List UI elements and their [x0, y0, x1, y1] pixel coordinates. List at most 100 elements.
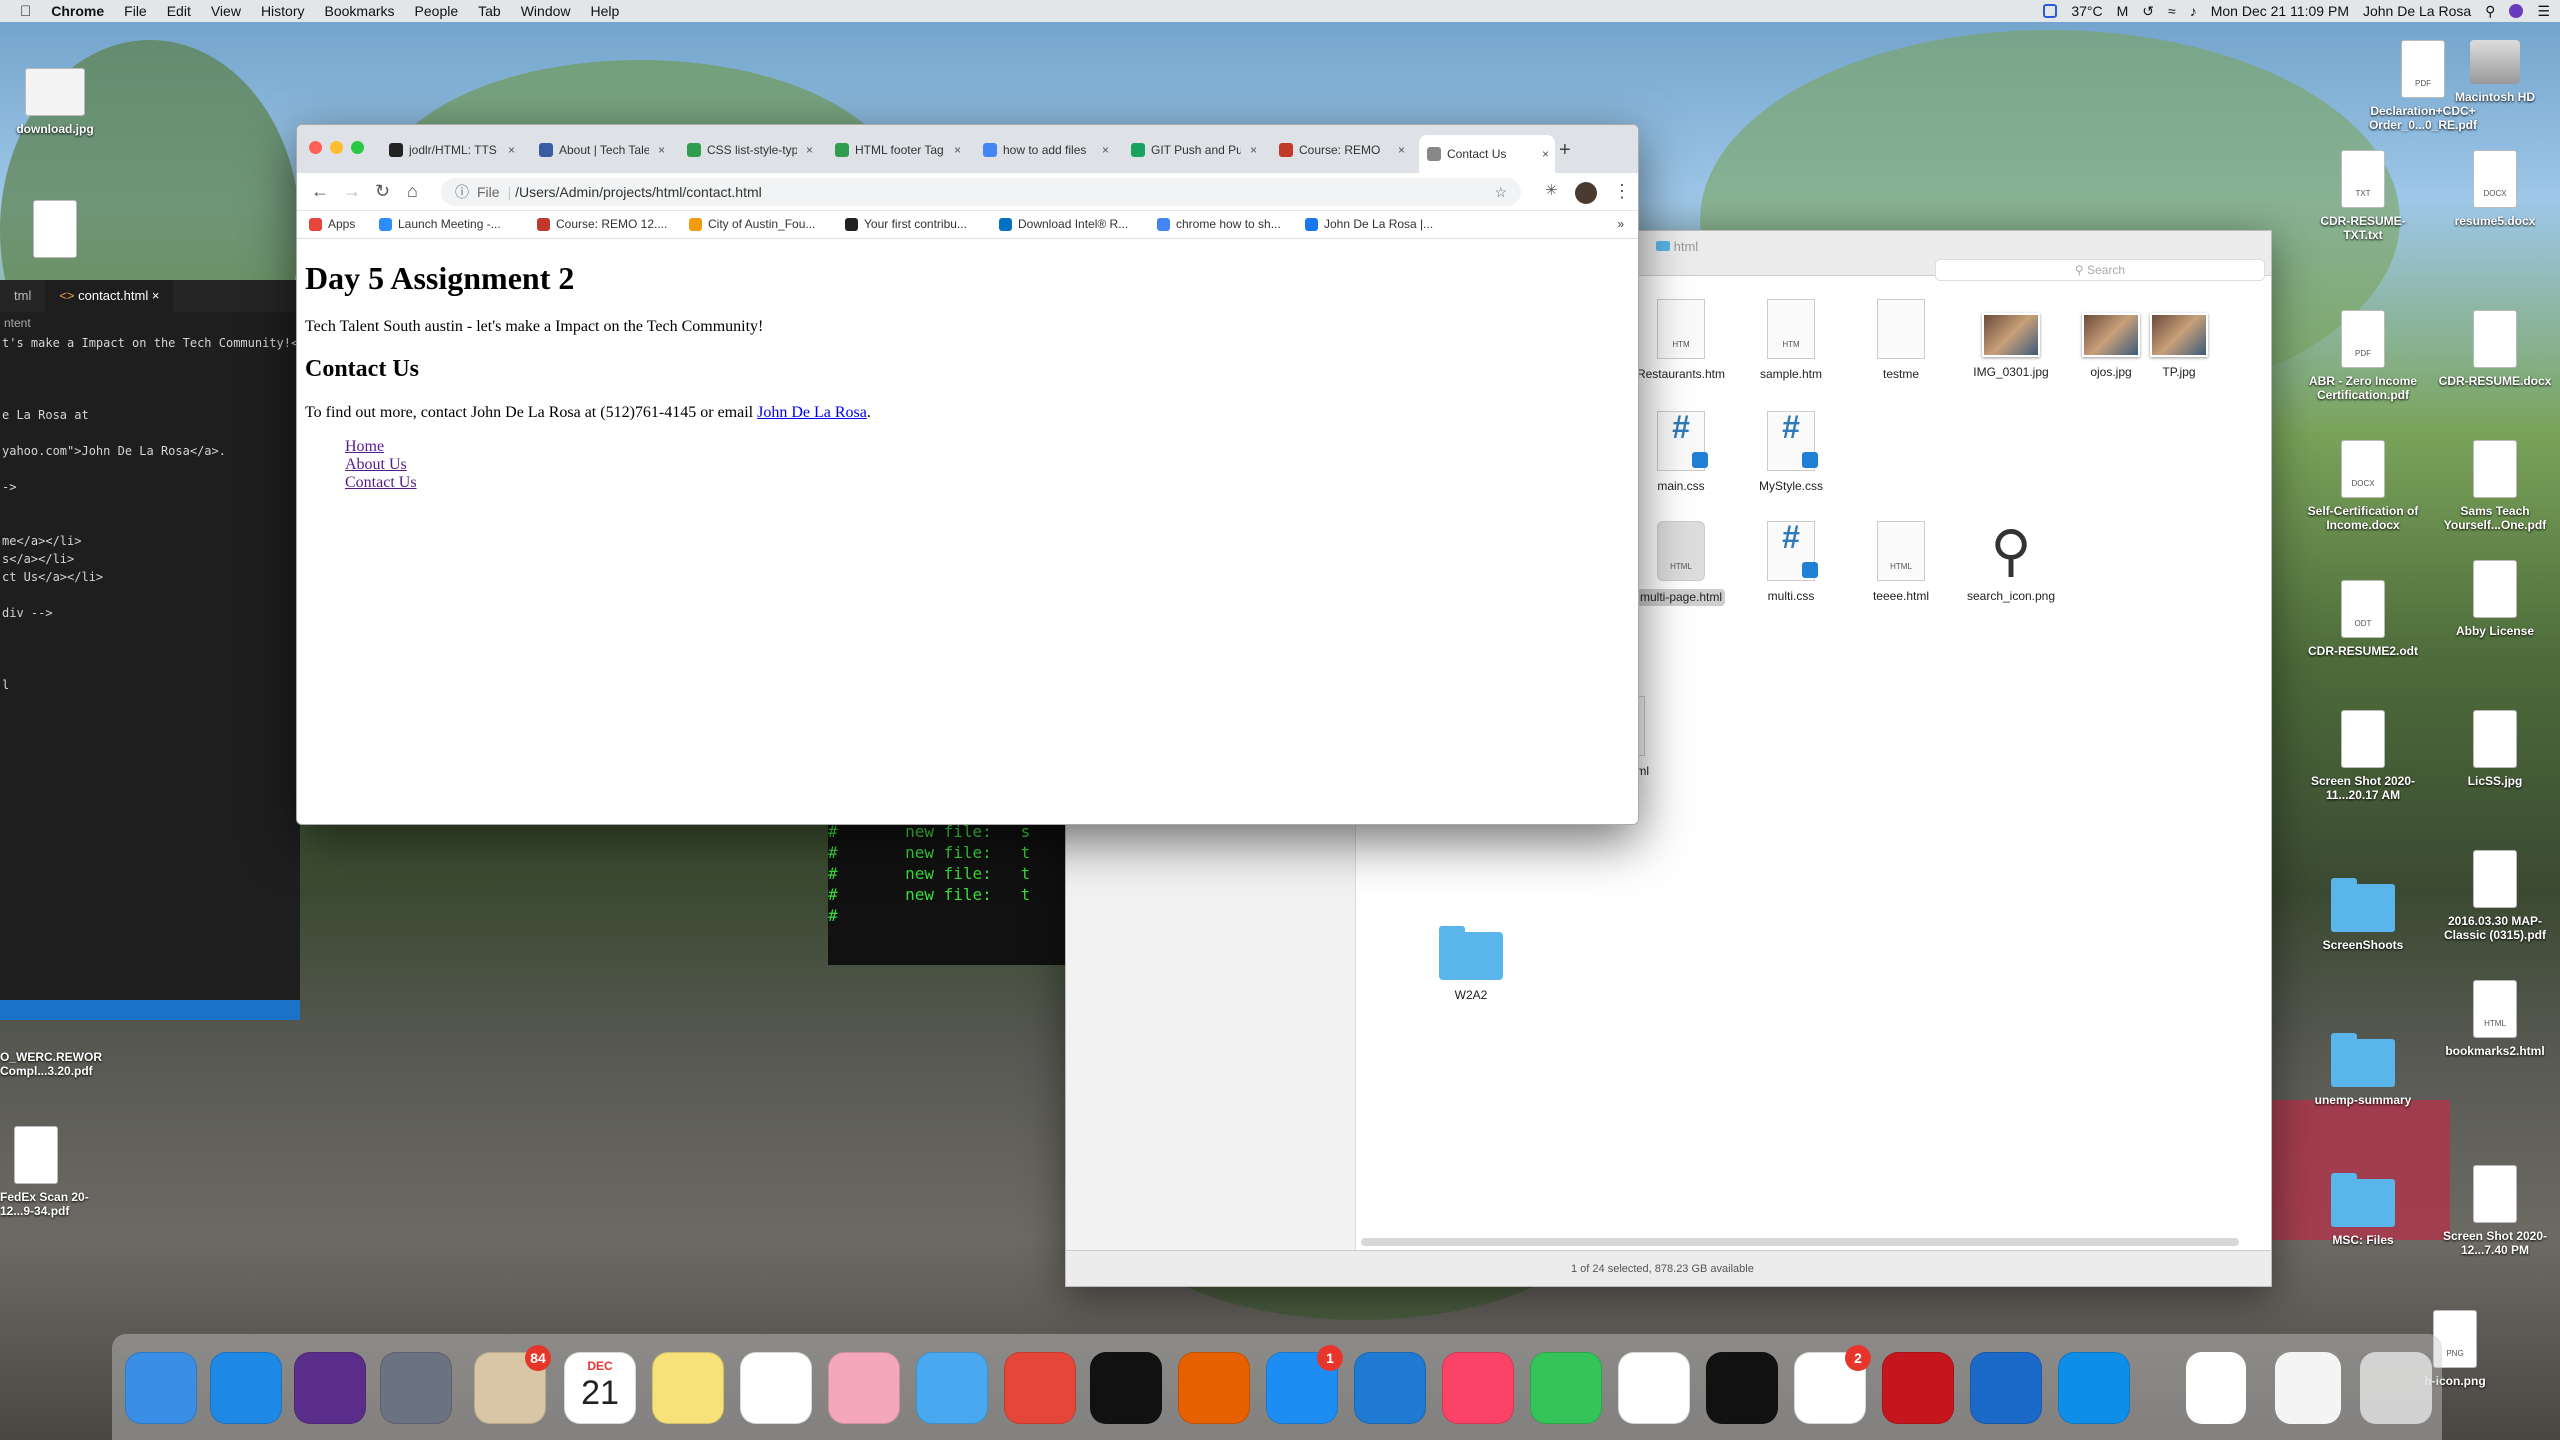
- bookmarks-overflow-icon[interactable]: »: [1617, 217, 1624, 231]
- close-tab-icon[interactable]: ×: [1102, 143, 1109, 157]
- close-tab-icon[interactable]: ×: [806, 143, 813, 157]
- clock[interactable]: Mon Dec 21 11:09 PM: [2211, 3, 2349, 19]
- desktop-file[interactable]: LicSS.jpg: [2435, 710, 2555, 788]
- dock-app-siri-icon[interactable]: [294, 1352, 366, 1424]
- finder-item[interactable]: TP.jpg: [2124, 299, 2234, 380]
- finder-item[interactable]: IMG_0301.jpg: [1956, 299, 2066, 380]
- desktop-file[interactable]: Screen Shot 2020-12...7.40 PM: [2435, 1165, 2555, 1257]
- browser-tab[interactable]: GIT Push and Pull ×: [1123, 135, 1263, 165]
- desktop-file-download[interactable]: download.jpg: [0, 68, 120, 136]
- desktop-file[interactable]: DOCX resume5.docx: [2435, 150, 2555, 228]
- close-tab-icon[interactable]: ×: [954, 143, 961, 157]
- new-tab-button[interactable]: +: [1559, 139, 1571, 162]
- bookmark-item[interactable]: City of Austin_Fou...: [689, 217, 815, 231]
- email-link[interactable]: John De La Rosa: [757, 404, 867, 421]
- browser-tab[interactable]: HTML footer Tag ×: [827, 135, 967, 165]
- bookmark-item[interactable]: Course: REMO 12....: [537, 217, 667, 231]
- downloads-stack-icon[interactable]: [2186, 1352, 2246, 1424]
- nav-link-contact[interactable]: Contact Us: [345, 474, 417, 491]
- dock-app-facetime-icon[interactable]: [1530, 1352, 1602, 1424]
- horizontal-scrollbar[interactable]: [1361, 1238, 2239, 1246]
- desktop-file-doc[interactable]: [0, 200, 120, 264]
- dock-app-mail-icon[interactable]: 84: [474, 1345, 551, 1424]
- apple-menu-icon[interactable]: : [20, 3, 31, 20]
- menu-people[interactable]: People: [415, 3, 459, 19]
- browser-tab[interactable]: CSS list-style-type ×: [679, 135, 819, 165]
- finder-item[interactable]: # MyStyle.css: [1736, 411, 1846, 494]
- desktop-file[interactable]: Macintosh HD: [2435, 40, 2555, 104]
- editor-tab-active[interactable]: <> contact.html ×: [45, 280, 174, 312]
- close-icon[interactable]: ×: [152, 288, 160, 303]
- dock-app-pycharm-icon[interactable]: [1706, 1352, 1778, 1424]
- profile-avatar[interactable]: [1575, 182, 1597, 204]
- finder-item[interactable]: # main.css: [1626, 411, 1736, 494]
- dock-app-teamviewer-icon[interactable]: [2058, 1352, 2130, 1424]
- dock-app-music-icon[interactable]: [1442, 1352, 1514, 1424]
- trash-icon[interactable]: [2360, 1352, 2432, 1424]
- editor-tab[interactable]: tml: [0, 280, 45, 312]
- temperature-readout[interactable]: 37°C: [2071, 3, 2102, 19]
- bookmark-item[interactable]: Apps: [309, 217, 355, 231]
- editor-code[interactable]: t's make a Impact on the Tech Community!…: [0, 334, 300, 694]
- desktop-file[interactable]: unemp-summary: [2303, 1025, 2423, 1107]
- dock-app-acrobat-icon[interactable]: [1882, 1352, 1954, 1424]
- desktop-file[interactable]: ODT CDR-RESUME2.odt: [2303, 580, 2423, 658]
- zoom-window-button[interactable]: [351, 141, 364, 154]
- back-arrow-icon[interactable]: ←: [311, 181, 329, 202]
- dock-app-photos-icon[interactable]: [828, 1352, 900, 1424]
- volume-icon[interactable]: ♪: [2190, 3, 2197, 19]
- finder-item[interactable]: testme: [1846, 299, 1956, 382]
- desktop-file[interactable]: DOCX Self-Certification of Income.docx: [2303, 440, 2423, 532]
- dock-app-notes-icon[interactable]: [652, 1352, 724, 1424]
- browser-tab[interactable]: jodlr/HTML: TTS ×: [381, 135, 521, 165]
- menu-history[interactable]: History: [261, 3, 305, 19]
- user-name[interactable]: John De La Rosa: [2363, 3, 2471, 19]
- close-tab-icon[interactable]: ×: [1542, 147, 1549, 161]
- dock-app-app-store-icon[interactable]: 1: [1266, 1345, 1343, 1424]
- tab-active[interactable]: Contact Us ×: [1419, 135, 1555, 173]
- dock-app-chrome-icon[interactable]: [1618, 1352, 1690, 1424]
- dock-app-vs-code-icon[interactable]: [1354, 1352, 1426, 1424]
- desktop-file[interactable]: Abby License: [2435, 560, 2555, 638]
- finder-item[interactable]: ⚲ search_icon.png: [1956, 521, 2066, 604]
- desktop-file[interactable]: CDR-RESUME.docx: [2435, 310, 2555, 388]
- menu-tab[interactable]: Tab: [478, 3, 501, 19]
- address-bar[interactable]: ⓘ File | /Users/Admin/projects/html/contac…: [441, 178, 1521, 206]
- menu-edit[interactable]: Edit: [167, 3, 191, 19]
- desktop-file[interactable]: ScreenShoots: [2303, 870, 2423, 952]
- desktop-file-fedex[interactable]: FedEx Scan 20-12...9-34.pdf: [0, 1126, 100, 1218]
- home-icon[interactable]: ⌂: [407, 181, 418, 202]
- desktop-file[interactable]: MSC: Files: [2303, 1165, 2423, 1247]
- nav-link-home[interactable]: Home: [345, 438, 384, 455]
- browser-tab[interactable]: Course: REMO ×: [1271, 135, 1411, 165]
- dock-app-remote-desktop-icon[interactable]: [1004, 1352, 1076, 1424]
- control-center-icon[interactable]: ☰: [2537, 3, 2550, 20]
- close-window-button[interactable]: [309, 141, 322, 154]
- bookmark-item[interactable]: chrome how to sh...: [1157, 217, 1281, 231]
- nav-link-about[interactable]: About Us: [345, 456, 407, 473]
- desktop-file[interactable]: PDF ABR - Zero Income Certification.pdf: [2303, 310, 2423, 402]
- chrome-menu-icon[interactable]: ⋮: [1613, 181, 1631, 202]
- extensions-icon[interactable]: ✳: [1545, 181, 1558, 199]
- close-tab-icon[interactable]: ×: [658, 143, 665, 157]
- bookmark-item[interactable]: Launch Meeting -...: [379, 217, 501, 231]
- bookmark-item[interactable]: Your first contribu...: [845, 217, 967, 231]
- close-tab-icon[interactable]: ×: [1398, 143, 1405, 157]
- menu-bookmarks[interactable]: Bookmarks: [325, 3, 395, 19]
- forward-arrow-icon[interactable]: →: [343, 181, 361, 202]
- finder-item[interactable]: HTM sample.htm: [1736, 299, 1846, 382]
- dock-app-calendar-icon[interactable]: DEC 21: [564, 1352, 636, 1424]
- bookmark-item[interactable]: Download Intel® R...: [999, 217, 1128, 231]
- desktop-file[interactable]: TXT CDR-RESUME-TXT.txt: [2303, 150, 2423, 242]
- malwarebytes-icon[interactable]: M: [2117, 3, 2129, 19]
- dock-app-firefox-icon[interactable]: [1178, 1352, 1250, 1424]
- browser-tab[interactable]: how to add files ×: [975, 135, 1115, 165]
- wifi-icon[interactable]: ≈: [2168, 3, 2176, 19]
- desktop-file[interactable]: 2016.03.30 MAP-Classic (0315).pdf: [2435, 850, 2555, 942]
- documents-stack-icon[interactable]: [2275, 1352, 2341, 1424]
- dock-app-messages-icon[interactable]: [916, 1352, 988, 1424]
- reload-icon[interactable]: ↻: [375, 181, 390, 202]
- finder-search-input[interactable]: ⚲ Search: [1935, 259, 2265, 281]
- finder-item[interactable]: HTML teeee.html: [1846, 521, 1956, 604]
- browser-tab[interactable]: About | Tech Talent ×: [531, 135, 671, 165]
